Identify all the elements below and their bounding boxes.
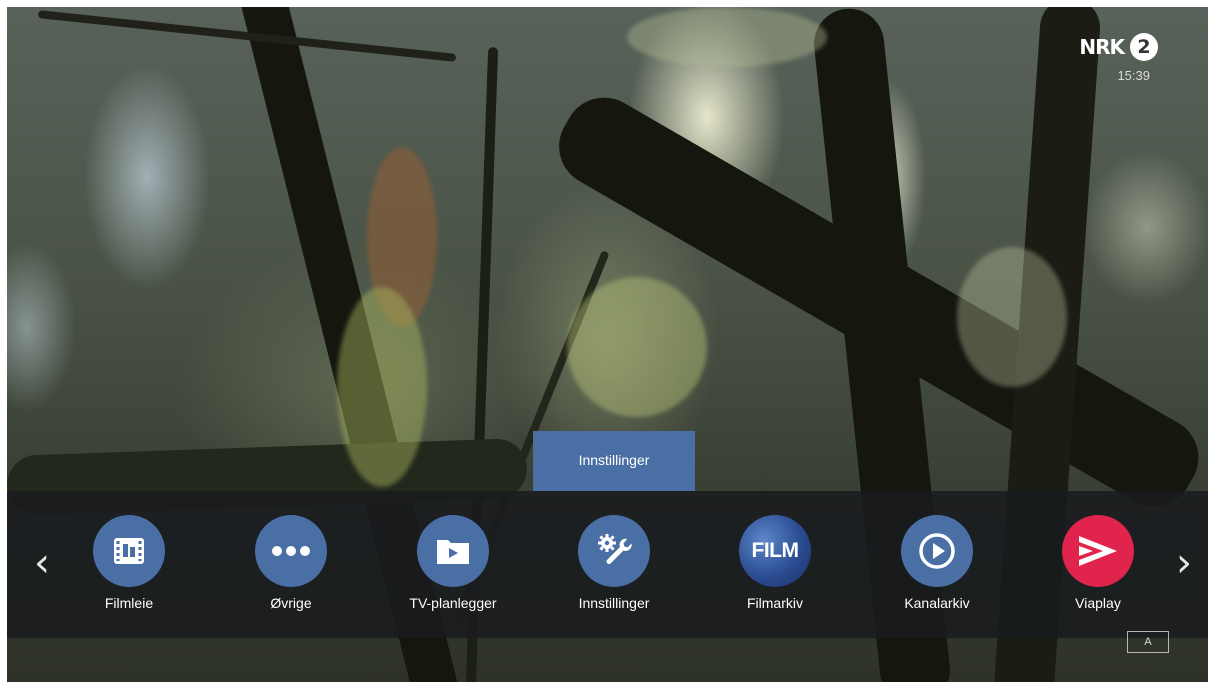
chevron-right-icon[interactable]: › bbox=[1167, 539, 1201, 587]
menu-item-innstillinger[interactable]: Innstillinger bbox=[549, 515, 679, 611]
menu-item-viaplay[interactable]: Viaplay bbox=[1033, 515, 1163, 611]
moss-right bbox=[957, 247, 1067, 387]
moss-top bbox=[627, 7, 827, 67]
menu-item-label: Øvrige bbox=[270, 595, 312, 611]
clock: 15:39 bbox=[1117, 68, 1150, 83]
more-dots-icon bbox=[255, 515, 327, 587]
settings-tools-icon bbox=[578, 515, 650, 587]
viaplay-logo-icon bbox=[1062, 515, 1134, 587]
corner-badge: A bbox=[1127, 631, 1169, 653]
menu-item-label: Filmleie bbox=[104, 595, 154, 611]
menu-item-ovrige[interactable]: Øvrige bbox=[226, 515, 356, 611]
moss-trunk bbox=[337, 287, 427, 487]
chevron-left-icon[interactable]: ‹ bbox=[25, 539, 59, 587]
menu-item-label: TV-planlegger bbox=[409, 595, 497, 611]
channel-logo: NRK 2 bbox=[1079, 33, 1158, 61]
menu-item-tv-planlegger[interactable]: TV-planlegger bbox=[388, 515, 518, 611]
film-icon-text: FILM bbox=[751, 539, 799, 562]
main-menu-bar: ‹ Filmleie Øvrige TV-planlegger Innstill… bbox=[7, 491, 1208, 638]
menu-item-label: Viaplay bbox=[1075, 595, 1121, 611]
menu-item-label: Innstillinger bbox=[578, 595, 650, 611]
menu-item-kanalarkiv[interactable]: Kanalarkiv bbox=[872, 515, 1002, 611]
menu-item-label: Filmarkiv bbox=[747, 595, 803, 611]
film-rental-icon bbox=[93, 515, 165, 587]
menu-item-filmarkiv[interactable]: FILM Filmarkiv bbox=[710, 515, 840, 611]
channel-number-badge: 2 bbox=[1130, 33, 1158, 61]
focused-item-tooltip: Innstillinger bbox=[533, 431, 695, 491]
film-archive-icon: FILM bbox=[739, 515, 811, 587]
channel-logo-text: NRK bbox=[1079, 35, 1125, 59]
play-circle-icon bbox=[901, 515, 973, 587]
menu-item-label: Kanalarkiv bbox=[904, 595, 970, 611]
moss-clump bbox=[567, 277, 707, 417]
menu-item-filmleie[interactable]: Filmleie bbox=[64, 515, 194, 611]
folder-play-icon bbox=[417, 515, 489, 587]
